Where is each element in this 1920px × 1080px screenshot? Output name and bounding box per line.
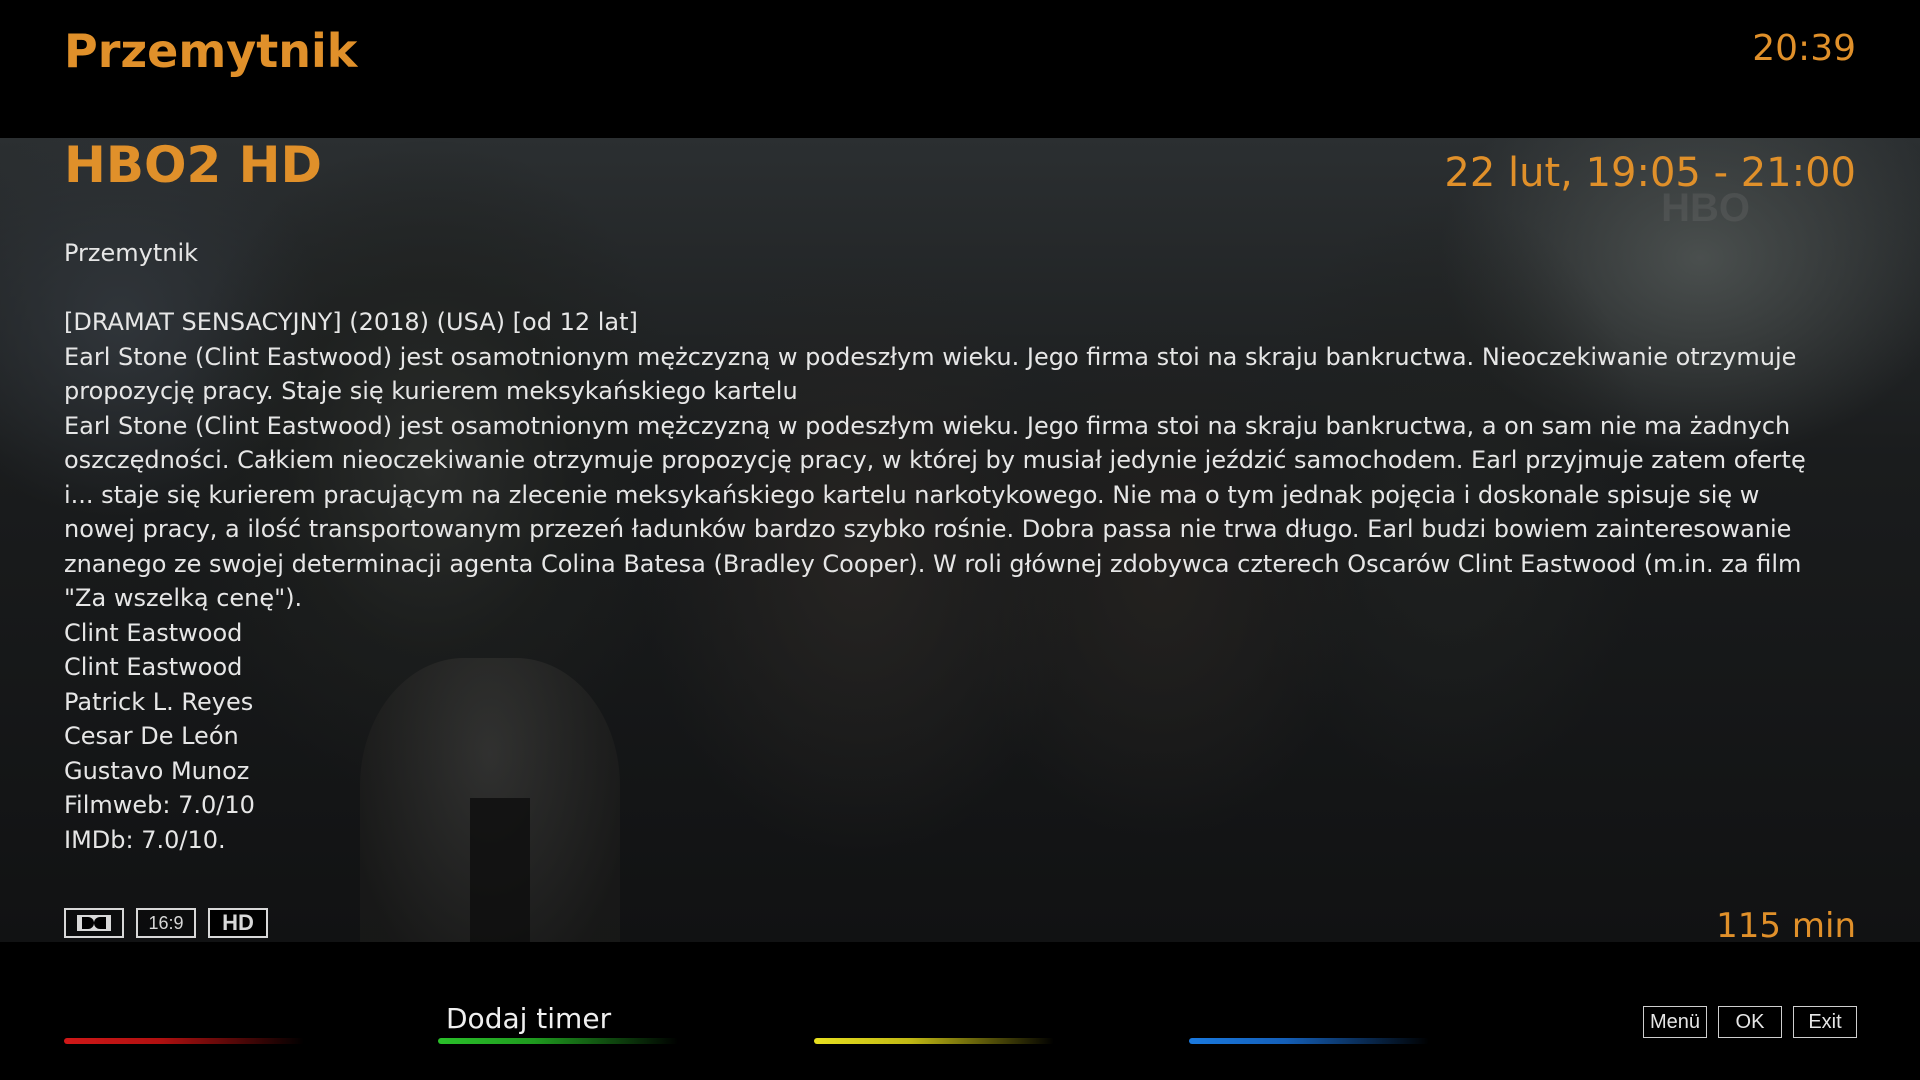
channel-name: HBO2 HD	[64, 136, 323, 194]
ok-button[interactable]: OK	[1718, 1006, 1782, 1038]
aspect-ratio-badge: 16:9	[136, 908, 196, 938]
event-info-panel: Przemytnik [DRAMAT SENSACYJNY] (2018) (U…	[64, 236, 1824, 857]
red-key-button[interactable]	[64, 1038, 304, 1044]
top-bar: Przemytnik 20:39	[0, 0, 1920, 138]
genre-line: [DRAMAT SENSACYJNY] (2018) (USA) [od 12 …	[64, 308, 638, 336]
credit-item: Clint Eastwood	[64, 618, 243, 647]
credit-item: Cesar De León	[64, 722, 239, 750]
short-description: Earl Stone (Clint Eastwood) jest osamotn…	[64, 342, 1797, 406]
yellow-key-button[interactable]	[814, 1038, 1054, 1044]
event-name: Przemytnik	[64, 239, 199, 267]
green-key-button[interactable]	[438, 1038, 678, 1044]
event-datetime: 22 lut, 19:05 - 21:00	[1444, 150, 1856, 196]
green-key-label[interactable]: Dodaj timer	[446, 1002, 611, 1035]
long-description: Earl Stone (Clint Eastwood) jest osamotn…	[64, 411, 1806, 613]
blue-key-button[interactable]	[1189, 1038, 1429, 1044]
credit-item: Patrick L. Reyes	[64, 687, 254, 716]
clock: 20:39	[1752, 28, 1856, 69]
hd-badge: HD	[208, 908, 268, 938]
dolby-icon	[64, 908, 124, 938]
stream-badges: 16:9 HD	[64, 908, 268, 938]
credit-item: Clint Eastwood	[64, 653, 243, 681]
menu-button[interactable]: Menü	[1643, 1006, 1707, 1038]
exit-button[interactable]: Exit	[1793, 1006, 1857, 1038]
event-duration: 115 min	[1716, 906, 1856, 946]
screen-title: Przemytnik	[64, 24, 358, 78]
filmweb-rating: Filmweb: 7.0/10	[64, 791, 255, 819]
bottom-bar	[0, 942, 1920, 1080]
epg-event-info-screen: Przemytnik 20:39 HBO HBO2 HD 22 lut, 19:…	[0, 0, 1920, 1080]
credit-item: Gustavo Munoz	[64, 756, 250, 785]
imdb-rating: IMDb: 7.0/10.	[64, 825, 226, 854]
